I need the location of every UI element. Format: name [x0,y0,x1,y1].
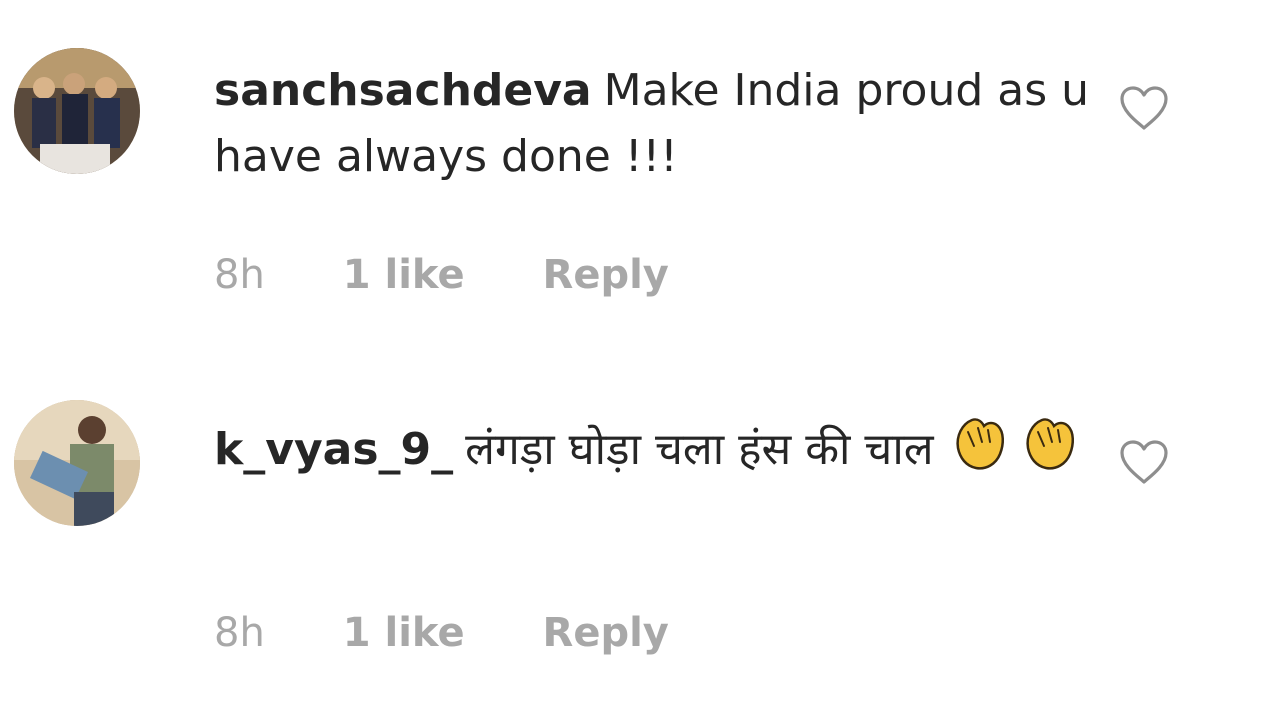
heart-outline-icon[interactable] [1118,438,1170,486]
reply-button[interactable]: Reply [543,252,669,298]
comment-text: k_vyas_9_ लंगड़ा घोड़ा चला हंस की चाल [214,412,1094,483]
comment-like-count[interactable]: 1 like [343,610,465,656]
comment-meta: 8h 1 like Reply [214,252,669,298]
comment-item: k_vyas_9_ लंगड़ा घोड़ा चला हंस की चाल 8h … [0,360,1280,722]
clapping-hands-icon [948,412,1010,474]
comment-timestamp: 8h [214,252,265,298]
comment-text: sanchsachdeva Make India proud as u have … [214,58,1094,190]
avatar[interactable] [14,400,140,526]
comment-username[interactable]: sanchsachdeva [214,65,592,116]
reply-button[interactable]: Reply [543,610,669,656]
comment-like-count[interactable]: 1 like [343,252,465,298]
comment-body: sanchsachdeva Make India proud as u have … [214,58,1094,190]
comments-list: sanchsachdeva Make India proud as u have … [0,0,1280,722]
comment-timestamp: 8h [214,610,265,656]
comment-meta: 8h 1 like Reply [214,610,669,656]
comment-message: लंगड़ा घोड़ा चला हंस की चाल [465,424,934,475]
group-photo-avatar-icon [14,48,140,174]
clapping-hands-icon [1018,412,1080,474]
comment-username[interactable]: k_vyas_9_ [214,424,453,475]
heart-outline-icon[interactable] [1118,84,1170,132]
avatar[interactable] [14,48,140,174]
comment-body: k_vyas_9_ लंगड़ा घोड़ा चला हंस की चाल [214,412,1094,483]
person-photo-avatar-icon [14,400,140,526]
comment-item: sanchsachdeva Make India proud as u have … [0,0,1280,360]
